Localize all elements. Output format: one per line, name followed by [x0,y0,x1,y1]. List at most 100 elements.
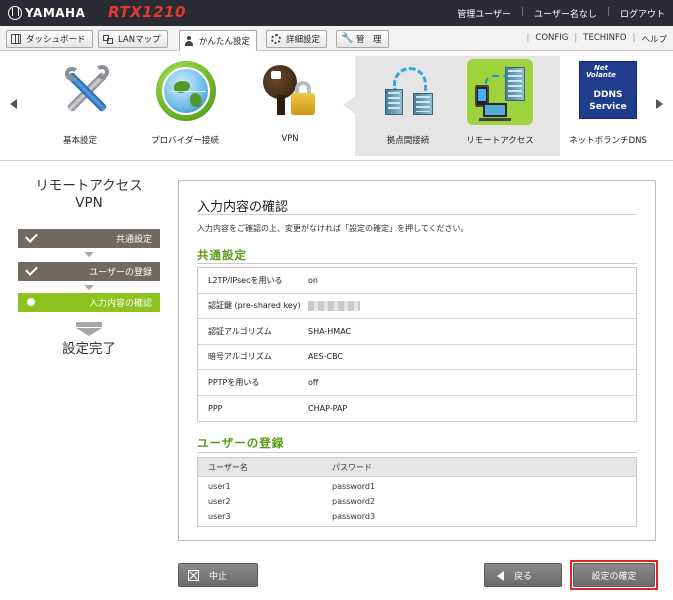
wizard-title: リモートアクセス VPN [18,178,160,212]
wizard-label: ネットボランチDNS [569,136,647,146]
main-tab-bar: ダッシュボード LANマップ かんたん設定 詳細設定 🔧 管 理 | CONFI… [0,26,673,51]
ddns-logo-text: Service [589,102,627,112]
globe-icon [156,61,216,121]
cancel-button[interactable]: 中止 [178,563,258,587]
tile [257,59,323,125]
tab-lan-map[interactable]: LANマップ [98,30,168,48]
confirmation-panel: 入力内容の確認 入力内容をご確認の上、変更がなければ「設定の確定」を押してくださ… [178,180,656,541]
chevron-down-icon [84,252,94,257]
back-arrow-icon [497,571,504,581]
check-icon [25,230,38,243]
arrow-down-icon [76,322,102,336]
tab-management[interactable]: 🔧 管 理 [336,30,389,48]
step-label: 入力内容の確認 [88,299,152,309]
tab-label: 詳細設定 [286,35,321,45]
dashboard-icon [11,34,21,44]
tab-easy-setup[interactable]: かんたん設定 [179,30,258,51]
page-title: 入力内容の確認 [197,200,289,215]
tile-selected [467,59,533,125]
separator: | [521,7,525,17]
check-icon [25,263,38,276]
carousel-prev-arrow-icon[interactable] [10,99,17,109]
tab-label: LANマップ [118,35,161,45]
model-name: RTX1210 [108,3,186,21]
setting-value: on [308,275,318,285]
column-header: ユーザー名 [208,462,248,472]
wizard-basic-settings[interactable]: 基本設定 [35,59,125,155]
divider [197,452,637,453]
wizard-carousel: 基本設定 プロバイダー接続 VPN 拠点間接続 リモートアクセス Net Vol… [0,51,673,161]
config-link[interactable]: CONFIG [535,33,568,45]
table-row: PPTPを用いる off [198,370,636,396]
settings-table: L2TP/IPsecを用いる on 認証鍵 (pre-shared key) 認… [197,267,637,422]
setting-key: 認証鍵 (pre-shared key) [208,301,301,311]
separator: | [574,33,578,43]
tab-dashboard[interactable]: ダッシュボード [6,30,93,48]
separator: | [606,7,610,17]
table-row: user3 password3 [198,509,636,524]
yamaha-logo: YAMAHA [8,6,85,20]
confirm-settings-button[interactable]: 設定の確定 [573,563,655,587]
table-header: ユーザー名 パスワード [198,458,636,477]
tab-advanced-settings[interactable]: 詳細設定 [266,30,328,48]
section-title-common: 共通設定 [197,248,247,262]
wizard-label: プロバイダー接続 [151,136,219,146]
tile [375,59,441,125]
logout-link[interactable]: ログアウト [620,7,665,20]
carousel-next-arrow-icon[interactable] [656,99,663,109]
setting-value: CHAP-PAP [308,403,348,413]
wizard-label: 基本設定 [62,136,97,146]
wizard-provider-connection[interactable]: プロバイダー接続 [140,59,230,155]
step-confirm-input: 入力内容の確認 [18,293,160,312]
tab-label: 管 理 [356,35,382,45]
lan-map-icon [103,34,113,44]
back-button[interactable]: 戻る [484,563,562,587]
tools-icon [63,65,111,117]
setting-key: PPTPを用いる [208,377,260,387]
password-cell: password2 [332,497,376,506]
table-row: user2 password2 [198,494,636,509]
step-common-settings: 共通設定 [18,229,160,248]
person-icon [184,35,194,46]
tab-label: ダッシュボード [26,35,86,45]
separator: | [632,33,636,43]
wizard-label: VPN [281,134,299,144]
wizard-vpn[interactable]: VPN [245,59,335,155]
table-row: 認証アルゴリズム SHA-HMAC [198,319,636,345]
wizard-label: リモートアクセス [466,136,534,146]
setting-key: 暗号アルゴリズム [208,352,272,362]
user-name-cell: user3 [208,512,231,521]
setting-value [304,300,360,311]
wizard-remote-access[interactable]: リモートアクセス [455,59,545,155]
group-pointer [343,96,355,114]
top-bar: YAMAHA RTX1210 管理ユーザー | ユーザー名なし | ログアウト [0,0,673,26]
techinfo-link[interactable]: TECHINFO [583,33,626,45]
site-to-site-icon [385,67,435,117]
utility-links: | CONFIG | TECHINFO | ヘルプ [527,33,667,45]
remote-access-icon [473,67,529,121]
wizard-title-line: リモートアクセス [35,178,143,194]
table-row: 暗号アルゴリズム AES-CBC [198,345,636,370]
step-label: ユーザーの登録 [89,268,152,278]
step-user-registration: ユーザーの登録 [18,262,160,281]
user-name-cell: user2 [208,497,231,506]
divider [197,214,637,215]
ddns-logo-text: Net Volante [586,64,616,79]
close-box-icon [188,570,199,581]
yamaha-emblem-icon [8,6,22,20]
button-label: 中止 [208,571,227,582]
ddns-icon: Net Volante DDNS Service [579,61,637,119]
key-lock-icon [263,65,319,123]
table-row: PPP CHAP-PAP [198,396,636,422]
setting-value: off [308,377,319,387]
help-link[interactable]: ヘルプ [641,33,667,45]
user-name: ユーザー名なし [534,10,597,20]
masked-secret [308,300,360,311]
setting-key: PPP [208,403,223,413]
tile [152,59,218,125]
wizard-site-to-site[interactable]: 拠点間接続 [363,59,453,155]
table-row: 認証鍵 (pre-shared key) [198,294,636,319]
user-menu: 管理ユーザー | ユーザー名なし | ログアウト [457,7,665,20]
user-name-cell: user1 [208,482,231,491]
wizard-netvolante-dns[interactable]: Net Volante DDNS Service ネットボランチDNS [563,59,653,155]
